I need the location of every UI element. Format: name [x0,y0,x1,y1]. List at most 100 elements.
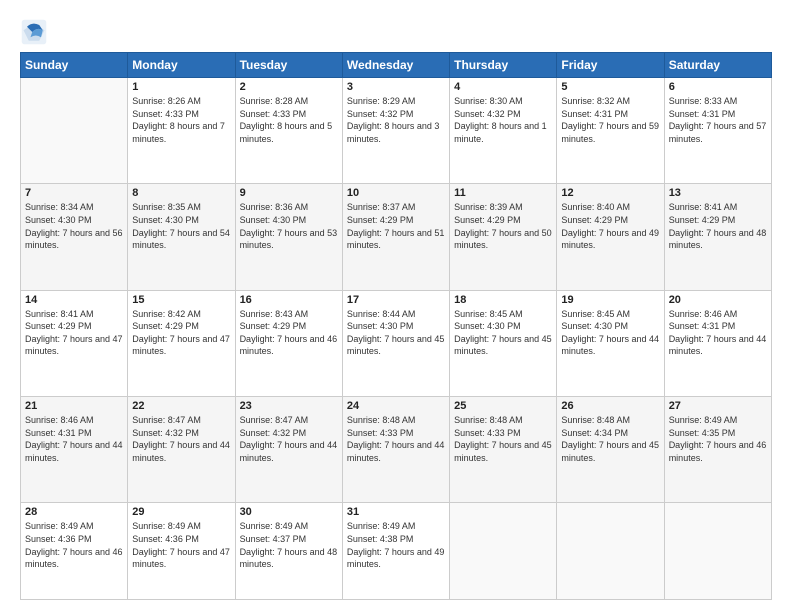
day-info: Sunrise: 8:34 AM Sunset: 4:30 PM Dayligh… [25,201,123,251]
day-info: Sunrise: 8:48 AM Sunset: 4:33 PM Dayligh… [347,414,445,464]
day-number: 31 [347,506,445,518]
day-info: Sunrise: 8:48 AM Sunset: 4:34 PM Dayligh… [561,414,659,464]
calendar-cell: 1 Sunrise: 8:26 AM Sunset: 4:33 PM Daylig… [128,78,235,184]
day-info: Sunrise: 8:47 AM Sunset: 4:32 PM Dayligh… [132,414,230,464]
calendar-cell: 22Sunrise: 8:47 AM Sunset: 4:32 PM Dayli… [128,396,235,502]
calendar-cell: 5 Sunrise: 8:32 AM Sunset: 4:31 PM Daylig… [557,78,664,184]
calendar-cell: 4Sunrise: 8:30 AM Sunset: 4:32 PM Daylig… [450,78,557,184]
day-info: Sunrise: 8:36 AM Sunset: 4:30 PM Dayligh… [240,201,338,251]
day-number: 2 [240,81,338,93]
day-info: Sunrise: 8:41 AM Sunset: 4:29 PM Dayligh… [25,308,123,358]
day-number: 28 [25,506,123,518]
day-info: Sunrise: 8:45 AM Sunset: 4:30 PM Dayligh… [454,308,552,358]
calendar-cell: 16Sunrise: 8:43 AM Sunset: 4:29 PM Dayli… [235,290,342,396]
logo [20,18,52,46]
header [20,18,772,46]
calendar-header-sunday: Sunday [21,53,128,78]
day-number: 9 [240,187,338,199]
day-number: 19 [561,294,659,306]
day-number: 13 [669,187,767,199]
day-number: 18 [454,294,552,306]
day-number: 5 [561,81,659,93]
calendar-header-wednesday: Wednesday [342,53,449,78]
calendar-cell: 6Sunrise: 8:33 AM Sunset: 4:31 PM Daylig… [664,78,771,184]
calendar-cell: 29 Sunrise: 8:49 AM Sunset: 4:36 PM Dayli… [128,503,235,600]
day-info: Sunrise: 8:45 AM Sunset: 4:30 PM Dayligh… [561,308,659,358]
day-number: 8 [132,187,230,199]
calendar-cell: 14 Sunrise: 8:41 AM Sunset: 4:29 PM Dayli… [21,290,128,396]
calendar-header-monday: Monday [128,53,235,78]
day-number: 23 [240,400,338,412]
calendar-week-row: 14 Sunrise: 8:41 AM Sunset: 4:29 PM Dayli… [21,290,772,396]
day-info: Sunrise: 8:47 AM Sunset: 4:32 PM Dayligh… [240,414,338,464]
calendar-cell: 11 Sunrise: 8:39 AM Sunset: 4:29 PM Dayli… [450,184,557,290]
calendar-cell [557,503,664,600]
calendar-cell: 17 Sunrise: 8:44 AM Sunset: 4:30 PM Dayli… [342,290,449,396]
day-info: Sunrise: 8:46 AM Sunset: 4:31 PM Dayligh… [25,414,123,464]
calendar-cell: 7 Sunrise: 8:34 AM Sunset: 4:30 PM Daylig… [21,184,128,290]
calendar-cell: 25Sunrise: 8:48 AM Sunset: 4:33 PM Dayli… [450,396,557,502]
calendar-cell: 12 Sunrise: 8:40 AM Sunset: 4:29 PM Dayli… [557,184,664,290]
calendar-cell: 26 Sunrise: 8:48 AM Sunset: 4:34 PM Dayli… [557,396,664,502]
day-info: Sunrise: 8:40 AM Sunset: 4:29 PM Dayligh… [561,201,659,251]
calendar-cell: 2 Sunrise: 8:28 AM Sunset: 4:33 PM Daylig… [235,78,342,184]
calendar-cell [450,503,557,600]
day-info: Sunrise: 8:42 AM Sunset: 4:29 PM Dayligh… [132,308,230,358]
day-info: Sunrise: 8:49 AM Sunset: 4:36 PM Dayligh… [132,520,230,570]
calendar-cell: 13 Sunrise: 8:41 AM Sunset: 4:29 PM Dayli… [664,184,771,290]
day-info: Sunrise: 8:49 AM Sunset: 4:37 PM Dayligh… [240,520,338,570]
day-info: Sunrise: 8:49 AM Sunset: 4:38 PM Dayligh… [347,520,445,570]
day-number: 14 [25,294,123,306]
day-number: 17 [347,294,445,306]
day-number: 6 [669,81,767,93]
calendar-cell: 28 Sunrise: 8:49 AM Sunset: 4:36 PM Dayli… [21,503,128,600]
day-info: Sunrise: 8:49 AM Sunset: 4:36 PM Dayligh… [25,520,123,570]
calendar-header-thursday: Thursday [450,53,557,78]
calendar-week-row: 21 Sunrise: 8:46 AM Sunset: 4:31 PM Dayli… [21,396,772,502]
day-number: 20 [669,294,767,306]
day-number: 12 [561,187,659,199]
day-number: 27 [669,400,767,412]
calendar-week-row: 28 Sunrise: 8:49 AM Sunset: 4:36 PM Dayli… [21,503,772,600]
day-info: Sunrise: 8:32 AM Sunset: 4:31 PM Dayligh… [561,95,659,145]
day-info: Sunrise: 8:35 AM Sunset: 4:30 PM Dayligh… [132,201,230,251]
day-info: Sunrise: 8:46 AM Sunset: 4:31 PM Dayligh… [669,308,767,358]
calendar-cell: 10Sunrise: 8:37 AM Sunset: 4:29 PM Dayli… [342,184,449,290]
day-info: Sunrise: 8:29 AM Sunset: 4:32 PM Dayligh… [347,95,445,145]
calendar-cell: 27 Sunrise: 8:49 AM Sunset: 4:35 PM Dayli… [664,396,771,502]
calendar-cell: 18 Sunrise: 8:45 AM Sunset: 4:30 PM Dayli… [450,290,557,396]
day-number: 29 [132,506,230,518]
day-number: 1 [132,81,230,93]
calendar-week-row: 1 Sunrise: 8:26 AM Sunset: 4:33 PM Daylig… [21,78,772,184]
calendar-cell: 8 Sunrise: 8:35 AM Sunset: 4:30 PM Daylig… [128,184,235,290]
day-info: Sunrise: 8:48 AM Sunset: 4:33 PM Dayligh… [454,414,552,464]
calendar-header-tuesday: Tuesday [235,53,342,78]
day-number: 3 [347,81,445,93]
calendar-cell: 9 Sunrise: 8:36 AM Sunset: 4:30 PM Daylig… [235,184,342,290]
calendar-header-friday: Friday [557,53,664,78]
day-info: Sunrise: 8:41 AM Sunset: 4:29 PM Dayligh… [669,201,767,251]
calendar-header-row: SundayMondayTuesdayWednesdayThursdayFrid… [21,53,772,78]
day-number: 11 [454,187,552,199]
day-info: Sunrise: 8:44 AM Sunset: 4:30 PM Dayligh… [347,308,445,358]
day-number: 10 [347,187,445,199]
day-number: 24 [347,400,445,412]
calendar-cell: 21 Sunrise: 8:46 AM Sunset: 4:31 PM Dayli… [21,396,128,502]
calendar-cell: 31 Sunrise: 8:49 AM Sunset: 4:38 PM Dayli… [342,503,449,600]
calendar-week-row: 7 Sunrise: 8:34 AM Sunset: 4:30 PM Daylig… [21,184,772,290]
calendar-cell: 3 Sunrise: 8:29 AM Sunset: 4:32 PM Daylig… [342,78,449,184]
page: SundayMondayTuesdayWednesdayThursdayFrid… [0,0,792,612]
calendar-cell: 20 Sunrise: 8:46 AM Sunset: 4:31 PM Dayli… [664,290,771,396]
day-number: 26 [561,400,659,412]
calendar-cell: 23 Sunrise: 8:47 AM Sunset: 4:32 PM Dayli… [235,396,342,502]
day-info: Sunrise: 8:28 AM Sunset: 4:33 PM Dayligh… [240,95,338,145]
day-info: Sunrise: 8:39 AM Sunset: 4:29 PM Dayligh… [454,201,552,251]
calendar-cell [21,78,128,184]
day-info: Sunrise: 8:49 AM Sunset: 4:35 PM Dayligh… [669,414,767,464]
calendar-cell: 15 Sunrise: 8:42 AM Sunset: 4:29 PM Dayli… [128,290,235,396]
day-number: 7 [25,187,123,199]
calendar-table: SundayMondayTuesdayWednesdayThursdayFrid… [20,52,772,600]
day-number: 21 [25,400,123,412]
day-info: Sunrise: 8:26 AM Sunset: 4:33 PM Dayligh… [132,95,230,145]
day-number: 15 [132,294,230,306]
